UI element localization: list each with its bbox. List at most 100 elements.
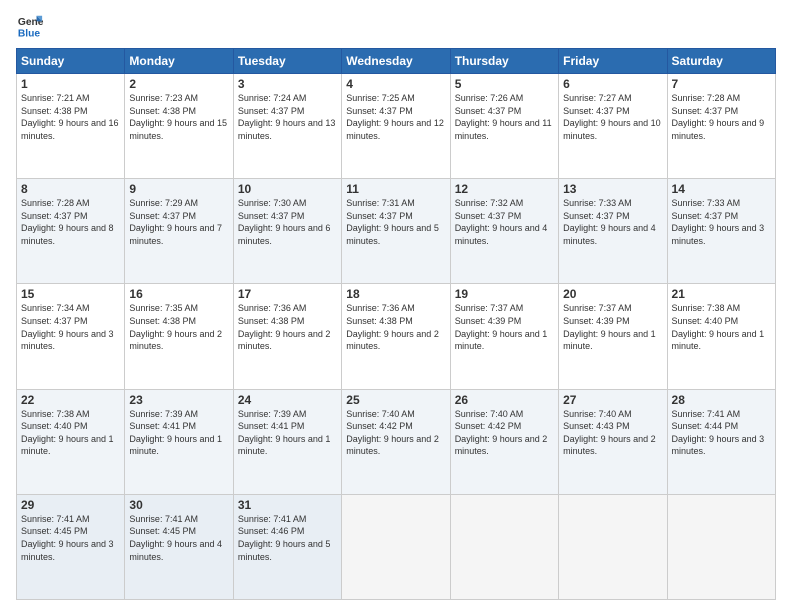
day-number: 2	[129, 77, 228, 91]
day-number: 11	[346, 182, 445, 196]
calendar-day-cell: 10 Sunrise: 7:30 AM Sunset: 4:37 PM Dayl…	[233, 179, 341, 284]
calendar-day-cell	[559, 494, 667, 599]
day-info: Sunrise: 7:40 AM Sunset: 4:42 PM Dayligh…	[346, 408, 445, 458]
calendar-day-cell: 20 Sunrise: 7:37 AM Sunset: 4:39 PM Dayl…	[559, 284, 667, 389]
day-info: Sunrise: 7:41 AM Sunset: 4:45 PM Dayligh…	[129, 513, 228, 563]
calendar-day-cell: 17 Sunrise: 7:36 AM Sunset: 4:38 PM Dayl…	[233, 284, 341, 389]
day-info: Sunrise: 7:27 AM Sunset: 4:37 PM Dayligh…	[563, 92, 662, 142]
calendar-day-cell: 12 Sunrise: 7:32 AM Sunset: 4:37 PM Dayl…	[450, 179, 558, 284]
day-info: Sunrise: 7:40 AM Sunset: 4:42 PM Dayligh…	[455, 408, 554, 458]
day-info: Sunrise: 7:21 AM Sunset: 4:38 PM Dayligh…	[21, 92, 120, 142]
calendar-day-cell: 11 Sunrise: 7:31 AM Sunset: 4:37 PM Dayl…	[342, 179, 450, 284]
svg-text:Blue: Blue	[18, 28, 41, 39]
calendar-day-cell: 7 Sunrise: 7:28 AM Sunset: 4:37 PM Dayli…	[667, 74, 775, 179]
logo-icon: General Blue	[16, 12, 44, 40]
calendar-day-cell: 9 Sunrise: 7:29 AM Sunset: 4:37 PM Dayli…	[125, 179, 233, 284]
day-number: 10	[238, 182, 337, 196]
day-info: Sunrise: 7:39 AM Sunset: 4:41 PM Dayligh…	[238, 408, 337, 458]
calendar-day-cell: 18 Sunrise: 7:36 AM Sunset: 4:38 PM Dayl…	[342, 284, 450, 389]
day-info: Sunrise: 7:35 AM Sunset: 4:38 PM Dayligh…	[129, 302, 228, 352]
calendar-day-cell: 15 Sunrise: 7:34 AM Sunset: 4:37 PM Dayl…	[17, 284, 125, 389]
day-info: Sunrise: 7:33 AM Sunset: 4:37 PM Dayligh…	[672, 197, 771, 247]
day-info: Sunrise: 7:30 AM Sunset: 4:37 PM Dayligh…	[238, 197, 337, 247]
calendar-day-cell: 27 Sunrise: 7:40 AM Sunset: 4:43 PM Dayl…	[559, 389, 667, 494]
day-number: 26	[455, 393, 554, 407]
day-info: Sunrise: 7:33 AM Sunset: 4:37 PM Dayligh…	[563, 197, 662, 247]
calendar-day-cell: 16 Sunrise: 7:35 AM Sunset: 4:38 PM Dayl…	[125, 284, 233, 389]
column-header-wednesday: Wednesday	[342, 49, 450, 74]
day-number: 9	[129, 182, 228, 196]
day-info: Sunrise: 7:28 AM Sunset: 4:37 PM Dayligh…	[672, 92, 771, 142]
column-header-saturday: Saturday	[667, 49, 775, 74]
page: General Blue SundayMondayTuesdayWednesda…	[0, 0, 792, 612]
calendar-day-cell: 1 Sunrise: 7:21 AM Sunset: 4:38 PM Dayli…	[17, 74, 125, 179]
day-number: 1	[21, 77, 120, 91]
day-info: Sunrise: 7:38 AM Sunset: 4:40 PM Dayligh…	[672, 302, 771, 352]
day-info: Sunrise: 7:38 AM Sunset: 4:40 PM Dayligh…	[21, 408, 120, 458]
calendar-day-cell: 24 Sunrise: 7:39 AM Sunset: 4:41 PM Dayl…	[233, 389, 341, 494]
day-number: 13	[563, 182, 662, 196]
calendar-week-row: 8 Sunrise: 7:28 AM Sunset: 4:37 PM Dayli…	[17, 179, 776, 284]
calendar-day-cell: 4 Sunrise: 7:25 AM Sunset: 4:37 PM Dayli…	[342, 74, 450, 179]
calendar-header-row: SundayMondayTuesdayWednesdayThursdayFrid…	[17, 49, 776, 74]
calendar-day-cell: 28 Sunrise: 7:41 AM Sunset: 4:44 PM Dayl…	[667, 389, 775, 494]
calendar-day-cell: 22 Sunrise: 7:38 AM Sunset: 4:40 PM Dayl…	[17, 389, 125, 494]
calendar-table: SundayMondayTuesdayWednesdayThursdayFrid…	[16, 48, 776, 600]
calendar-day-cell: 29 Sunrise: 7:41 AM Sunset: 4:45 PM Dayl…	[17, 494, 125, 599]
day-number: 30	[129, 498, 228, 512]
day-number: 5	[455, 77, 554, 91]
calendar-week-row: 22 Sunrise: 7:38 AM Sunset: 4:40 PM Dayl…	[17, 389, 776, 494]
day-info: Sunrise: 7:39 AM Sunset: 4:41 PM Dayligh…	[129, 408, 228, 458]
day-info: Sunrise: 7:23 AM Sunset: 4:38 PM Dayligh…	[129, 92, 228, 142]
calendar-day-cell: 19 Sunrise: 7:37 AM Sunset: 4:39 PM Dayl…	[450, 284, 558, 389]
day-number: 12	[455, 182, 554, 196]
day-number: 24	[238, 393, 337, 407]
day-info: Sunrise: 7:36 AM Sunset: 4:38 PM Dayligh…	[238, 302, 337, 352]
calendar-week-row: 15 Sunrise: 7:34 AM Sunset: 4:37 PM Dayl…	[17, 284, 776, 389]
day-info: Sunrise: 7:26 AM Sunset: 4:37 PM Dayligh…	[455, 92, 554, 142]
day-info: Sunrise: 7:28 AM Sunset: 4:37 PM Dayligh…	[21, 197, 120, 247]
calendar-week-row: 29 Sunrise: 7:41 AM Sunset: 4:45 PM Dayl…	[17, 494, 776, 599]
day-number: 23	[129, 393, 228, 407]
calendar-day-cell: 21 Sunrise: 7:38 AM Sunset: 4:40 PM Dayl…	[667, 284, 775, 389]
day-info: Sunrise: 7:40 AM Sunset: 4:43 PM Dayligh…	[563, 408, 662, 458]
calendar-day-cell	[342, 494, 450, 599]
calendar-day-cell: 2 Sunrise: 7:23 AM Sunset: 4:38 PM Dayli…	[125, 74, 233, 179]
day-number: 17	[238, 287, 337, 301]
day-number: 25	[346, 393, 445, 407]
day-info: Sunrise: 7:34 AM Sunset: 4:37 PM Dayligh…	[21, 302, 120, 352]
calendar-day-cell: 30 Sunrise: 7:41 AM Sunset: 4:45 PM Dayl…	[125, 494, 233, 599]
logo: General Blue	[16, 12, 44, 40]
calendar-day-cell: 3 Sunrise: 7:24 AM Sunset: 4:37 PM Dayli…	[233, 74, 341, 179]
column-header-thursday: Thursday	[450, 49, 558, 74]
calendar-week-row: 1 Sunrise: 7:21 AM Sunset: 4:38 PM Dayli…	[17, 74, 776, 179]
calendar-day-cell	[450, 494, 558, 599]
calendar-day-cell: 6 Sunrise: 7:27 AM Sunset: 4:37 PM Dayli…	[559, 74, 667, 179]
day-number: 15	[21, 287, 120, 301]
calendar-day-cell: 13 Sunrise: 7:33 AM Sunset: 4:37 PM Dayl…	[559, 179, 667, 284]
calendar-day-cell: 31 Sunrise: 7:41 AM Sunset: 4:46 PM Dayl…	[233, 494, 341, 599]
day-number: 31	[238, 498, 337, 512]
day-info: Sunrise: 7:41 AM Sunset: 4:44 PM Dayligh…	[672, 408, 771, 458]
day-info: Sunrise: 7:36 AM Sunset: 4:38 PM Dayligh…	[346, 302, 445, 352]
day-number: 18	[346, 287, 445, 301]
calendar-day-cell: 8 Sunrise: 7:28 AM Sunset: 4:37 PM Dayli…	[17, 179, 125, 284]
day-info: Sunrise: 7:41 AM Sunset: 4:45 PM Dayligh…	[21, 513, 120, 563]
header: General Blue	[16, 12, 776, 40]
calendar-day-cell: 25 Sunrise: 7:40 AM Sunset: 4:42 PM Dayl…	[342, 389, 450, 494]
column-header-monday: Monday	[125, 49, 233, 74]
day-number: 16	[129, 287, 228, 301]
calendar-day-cell: 26 Sunrise: 7:40 AM Sunset: 4:42 PM Dayl…	[450, 389, 558, 494]
day-info: Sunrise: 7:41 AM Sunset: 4:46 PM Dayligh…	[238, 513, 337, 563]
day-info: Sunrise: 7:24 AM Sunset: 4:37 PM Dayligh…	[238, 92, 337, 142]
calendar-day-cell: 14 Sunrise: 7:33 AM Sunset: 4:37 PM Dayl…	[667, 179, 775, 284]
day-number: 27	[563, 393, 662, 407]
column-header-sunday: Sunday	[17, 49, 125, 74]
day-info: Sunrise: 7:25 AM Sunset: 4:37 PM Dayligh…	[346, 92, 445, 142]
day-info: Sunrise: 7:37 AM Sunset: 4:39 PM Dayligh…	[563, 302, 662, 352]
calendar-day-cell	[667, 494, 775, 599]
day-number: 14	[672, 182, 771, 196]
day-number: 3	[238, 77, 337, 91]
day-number: 19	[455, 287, 554, 301]
day-number: 7	[672, 77, 771, 91]
